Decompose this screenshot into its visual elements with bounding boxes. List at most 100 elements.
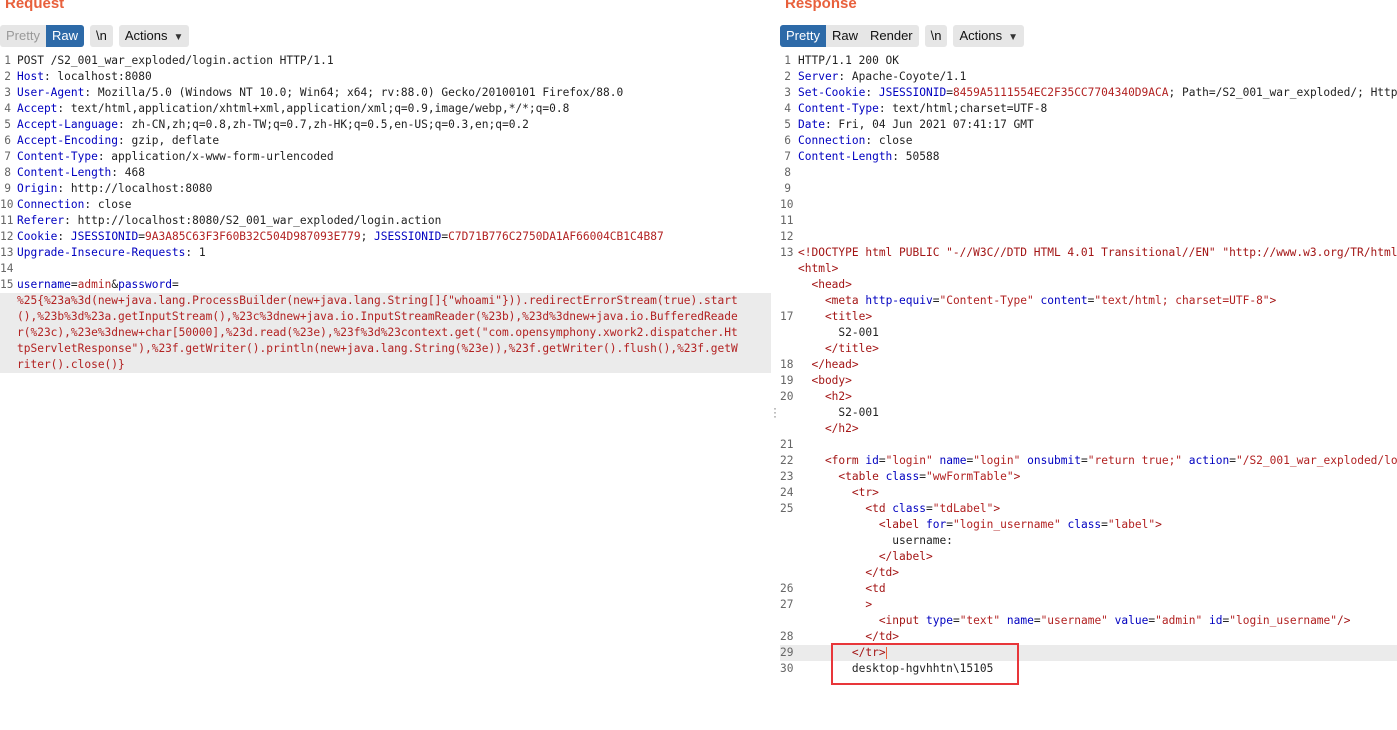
panel-divider[interactable]	[771, 0, 780, 730]
response-newline-button[interactable]: \n	[924, 25, 948, 47]
code-token: =	[138, 230, 146, 243]
line-number: 11	[0, 214, 14, 227]
code-token: name	[1006, 614, 1034, 627]
line-number: 11	[780, 214, 794, 227]
response-editor[interactable]: 1 HTTP/1.1 200 OK 2 Server: Apache-Coyote/1…	[780, 52, 1397, 730]
code-token: <td	[798, 502, 893, 515]
code-token: : gzip, deflate	[118, 134, 220, 147]
line-number: 30	[780, 662, 794, 675]
line-number: 5	[784, 118, 791, 131]
code-line: 12	[780, 229, 1397, 245]
code-line: 27 >	[780, 597, 1397, 613]
request-editor[interactable]: 1 POST /S2_001_war_exploded/login.action …	[0, 52, 771, 730]
code-line: <html>	[780, 261, 1397, 277]
code-token: Accept-Encoding	[17, 134, 119, 147]
line-content: Accept: text/html,application/xhtml+xml,…	[17, 101, 569, 117]
line-number: 2	[784, 70, 791, 83]
code-token: =	[946, 518, 953, 531]
code-token: Origin	[17, 182, 58, 195]
code-line: riter().close()}	[0, 357, 771, 373]
code-token: >	[798, 598, 873, 611]
line-content: <title>	[798, 309, 872, 325]
code-line: 12 Cookie: JSESSIONID=9A3A85C63F3F60B32C5…	[0, 229, 771, 245]
code-token: POST /S2_001_war_exploded/login.action H…	[17, 54, 334, 67]
code-token: "return true;"	[1087, 454, 1183, 467]
request-actions-button[interactable]: Actions ▼	[118, 25, 190, 47]
code-line: 26 <td	[780, 581, 1397, 597]
code-token: : zh-CN,zh;q=0.8,zh-TW;q=0.7,zh-HK;q=0.5…	[118, 118, 529, 131]
response-actions-button[interactable]: Actions ▼	[953, 25, 1025, 47]
code-token: :	[57, 230, 71, 243]
code-line: </td>	[780, 565, 1397, 581]
line-number: 9	[784, 182, 791, 195]
line-number: 21	[780, 438, 794, 451]
line-content: Date: Fri, 04 Jun 2021 07:41:17 GMT	[798, 117, 1034, 133]
code-token: content	[1040, 294, 1088, 307]
code-token: : application/x-www-form-urlencoded	[97, 150, 334, 163]
code-token: <td	[798, 582, 886, 595]
code-token: =	[878, 454, 886, 467]
chevron-down-icon: ▼	[1008, 32, 1019, 43]
request-raw-tab[interactable]: Raw	[45, 25, 84, 47]
code-line: 6 Accept-Encoding: gzip, deflate	[0, 133, 771, 149]
code-line: 10	[780, 197, 1397, 213]
line-content: Cookie: JSESSIONID=9A3A85C63F3F60B32C504…	[17, 229, 664, 245]
code-token: Accept-Language	[17, 118, 119, 131]
code-line: <meta http-equiv="Content-Type" content=…	[780, 293, 1397, 309]
line-number: 29	[780, 646, 794, 659]
line-content: r(%23c),%23e%3dnew+char[50000],%23d.read…	[17, 325, 738, 341]
response-raw-tab[interactable]: Raw	[826, 25, 864, 47]
code-token: name	[939, 454, 967, 467]
code-line: 2 Host: localhost:8080	[0, 69, 771, 85]
code-token: >	[1269, 294, 1277, 307]
code-token: 8459A5111554EC2F35CC7704340D9ACA	[952, 86, 1169, 99]
drag-handle-icon[interactable]: · · ·	[773, 402, 777, 422]
line-content: <td class="tdLabel">	[798, 501, 1000, 517]
code-line: 11	[780, 213, 1397, 229]
code-token: <head>	[798, 278, 852, 291]
code-token: =	[1101, 518, 1108, 531]
code-line: 9	[780, 181, 1397, 197]
code-line: 15 username=admin&password=	[0, 277, 771, 293]
code-line: 7 Content-Length: 50588	[780, 149, 1397, 165]
code-line: 11 Referer: http://localhost:8080/S2_001_…	[0, 213, 771, 229]
response-view-toggle: Pretty Raw Render	[780, 25, 919, 47]
code-line: 19 <body>	[780, 373, 1397, 389]
code-line: 8	[780, 165, 1397, 181]
code-token: : close	[865, 134, 913, 147]
line-content: </h2>	[798, 421, 859, 437]
line-content: <head>	[798, 277, 852, 293]
code-token: admin	[77, 278, 112, 291]
response-render-tab[interactable]: Render	[864, 25, 919, 47]
code-token: username	[17, 278, 71, 291]
line-content: Set-Cookie: JSESSIONID=8459A5111554EC2F3…	[798, 85, 1397, 101]
line-content: <label for="login_username" class="label…	[798, 517, 1162, 533]
code-token: <body>	[798, 374, 852, 387]
code-token: : localhost:8080	[43, 70, 152, 83]
request-view-toggle: Pretty Raw	[0, 25, 84, 47]
code-line: 1 POST /S2_001_war_exploded/login.action …	[0, 53, 771, 69]
code-token: :	[865, 86, 879, 99]
code-line: 4 Content-Type: text/html;charset=UTF-8	[780, 101, 1397, 117]
code-token: "tdLabel"	[932, 502, 994, 515]
code-token: : http://localhost:8080/S2_001_war_explo…	[64, 214, 442, 227]
code-token: : http://localhost:8080	[57, 182, 213, 195]
code-line: <label for="login_username" class="label…	[780, 517, 1397, 533]
code-token: action	[1188, 454, 1230, 467]
request-pretty-tab[interactable]: Pretty	[0, 25, 46, 47]
code-line: r(%23c),%23e%3dnew+char[50000],%23d.read…	[0, 325, 771, 341]
request-newline-button[interactable]: \n	[89, 25, 113, 47]
line-content: <td	[798, 581, 886, 597]
response-pretty-tab[interactable]: Pretty	[780, 25, 826, 47]
line-number: 5	[4, 118, 11, 131]
code-token: =	[946, 86, 953, 99]
line-number: 20	[780, 390, 794, 403]
code-token: =	[1229, 454, 1236, 467]
line-content: riter().close()}	[17, 357, 125, 373]
line-number: 24	[780, 486, 794, 499]
code-token: for	[925, 518, 947, 531]
request-toolbar: Pretty Raw \n Actions ▼	[0, 25, 190, 47]
code-token: http-equiv	[865, 294, 933, 307]
code-line: 13 <!DOCTYPE html PUBLIC "-//W3C//DTD HTM…	[780, 245, 1397, 261]
